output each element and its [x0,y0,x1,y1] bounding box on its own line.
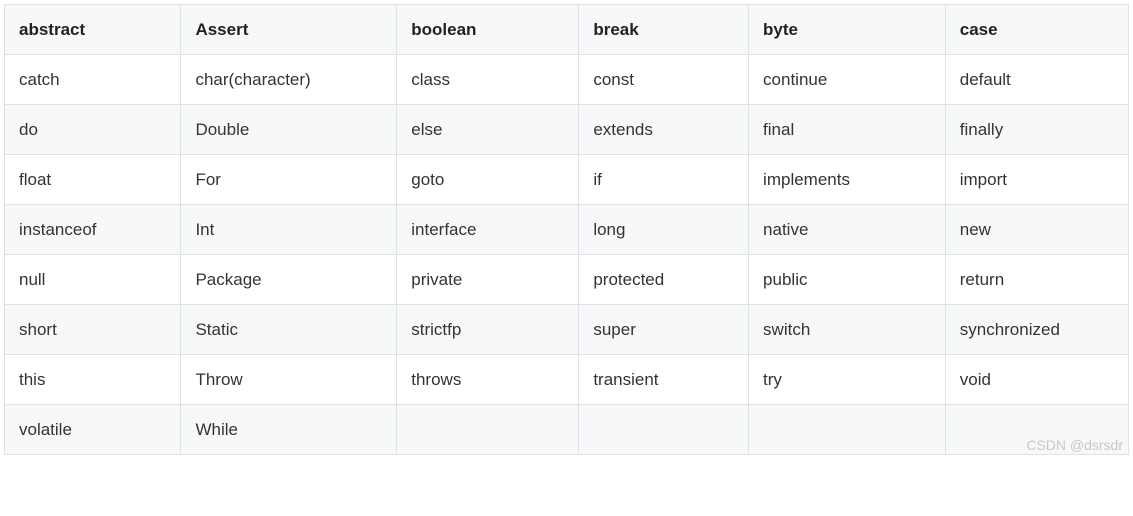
table-row: do Double else extends final finally [5,105,1129,155]
table-cell: this [5,355,181,405]
table-cell: void [945,355,1128,405]
table-cell: new [945,205,1128,255]
table-cell: For [181,155,397,205]
table-header-cell: case [945,5,1128,55]
table-cell: final [749,105,946,155]
table-cell: short [5,305,181,355]
table-row: float For goto if implements import [5,155,1129,205]
table-cell: char(character) [181,55,397,105]
table-cell: native [749,205,946,255]
table-cell: null [5,255,181,305]
table-row: short Static strictfp super switch synch… [5,305,1129,355]
table-cell: super [579,305,749,355]
table-cell: private [397,255,579,305]
table-cell: if [579,155,749,205]
table-row: volatile While [5,405,1129,455]
table-row: instanceof Int interface long native new [5,205,1129,255]
table-row: this Throw throws transient try void [5,355,1129,405]
table-cell: default [945,55,1128,105]
table-header-cell: Assert [181,5,397,55]
table-cell: Double [181,105,397,155]
table-cell: catch [5,55,181,105]
table-cell: extends [579,105,749,155]
table-cell: throws [397,355,579,405]
table-cell: finally [945,105,1128,155]
table-cell: long [579,205,749,255]
table-cell [397,405,579,455]
table-cell: strictfp [397,305,579,355]
table-cell [579,405,749,455]
table-cell: While [181,405,397,455]
table-cell [945,405,1128,455]
table-cell: interface [397,205,579,255]
table-cell: else [397,105,579,155]
table-cell: public [749,255,946,305]
table-cell: Int [181,205,397,255]
table-cell: volatile [5,405,181,455]
table-cell: transient [579,355,749,405]
table-cell: try [749,355,946,405]
table-row: null Package private protected public re… [5,255,1129,305]
table-header-row: abstract Assert boolean break byte case [5,5,1129,55]
table-cell: Static [181,305,397,355]
table-header-cell: boolean [397,5,579,55]
table-cell: implements [749,155,946,205]
table-cell: Package [181,255,397,305]
keywords-table: abstract Assert boolean break byte case … [4,4,1129,455]
table-cell: const [579,55,749,105]
table-cell: import [945,155,1128,205]
table-cell [749,405,946,455]
table-header-cell: byte [749,5,946,55]
table-row: catch char(character) class const contin… [5,55,1129,105]
table-cell: return [945,255,1128,305]
table-cell: continue [749,55,946,105]
table-cell: protected [579,255,749,305]
table-cell: instanceof [5,205,181,255]
table-header-cell: abstract [5,5,181,55]
table-header-cell: break [579,5,749,55]
table-cell: synchronized [945,305,1128,355]
table-cell: do [5,105,181,155]
table-cell: goto [397,155,579,205]
table-cell: Throw [181,355,397,405]
table-cell: class [397,55,579,105]
table-cell: switch [749,305,946,355]
table-cell: float [5,155,181,205]
